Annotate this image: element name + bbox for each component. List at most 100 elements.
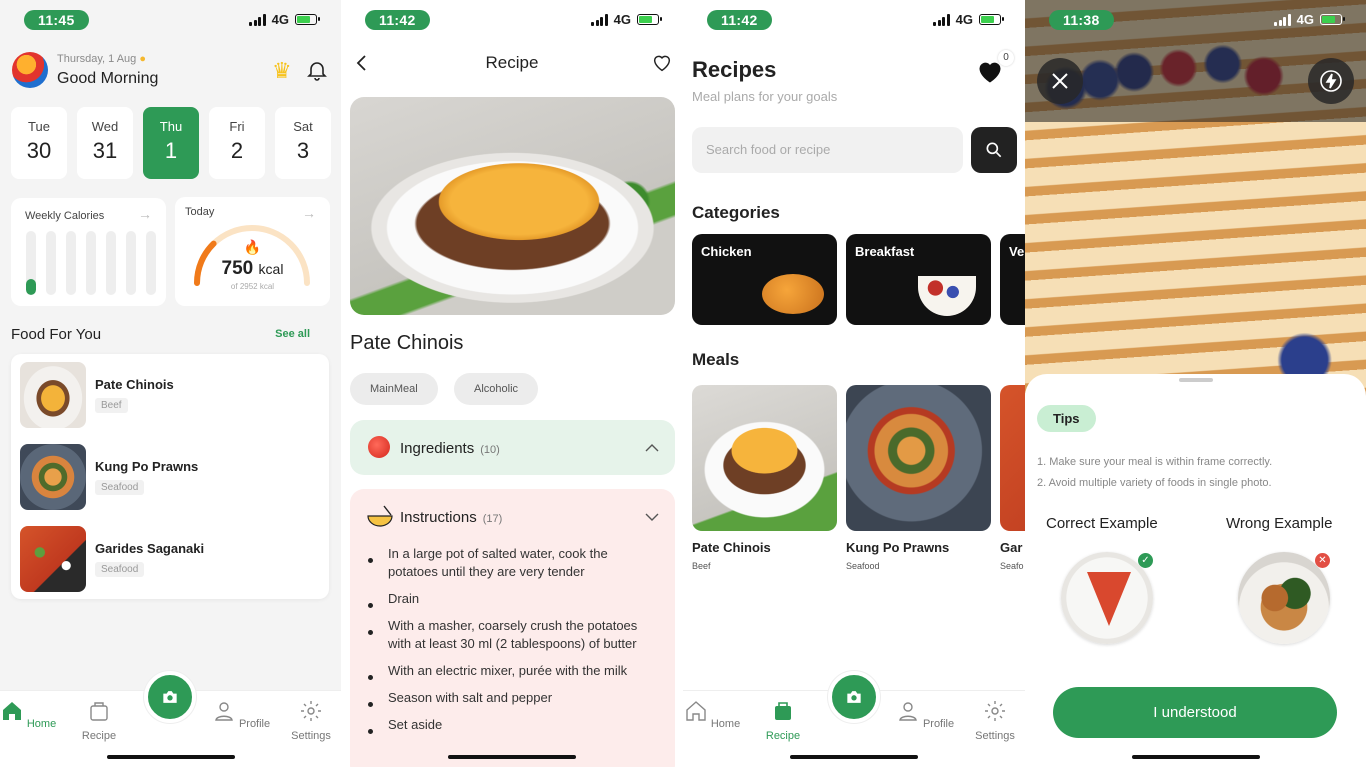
flash-button[interactable]: [1308, 58, 1354, 104]
home-screen: 11:45 4G Thursday, 1 Aug ● Good Morning …: [0, 0, 341, 767]
correct-example-title: Correct Example: [1046, 515, 1158, 532]
signal-icon: [933, 13, 950, 26]
home-indicator: [106, 755, 235, 759]
instruction-step: In a large pot of salted water, cook the…: [368, 545, 658, 581]
instruction-step: Drain: [368, 590, 658, 608]
see-all-link[interactable]: See all: [275, 328, 310, 340]
tag-chip[interactable]: MainMeal: [350, 373, 438, 405]
category-breakfast[interactable]: Breakfast: [846, 234, 991, 325]
greeting-title: Good Morning: [57, 70, 159, 87]
nav-profile[interactable]: Profile: [895, 699, 955, 730]
weekly-calories-card[interactable]: Weekly Calories →: [11, 198, 166, 306]
weekly-calories-title: Weekly Calories: [25, 210, 105, 222]
search-icon: [986, 142, 1002, 158]
day-sat[interactable]: Sat 3: [275, 107, 331, 179]
flash-icon: [1320, 70, 1342, 92]
weekly-calorie-bar: [46, 231, 56, 295]
weekly-calorie-bar: [86, 231, 96, 295]
day-fri[interactable]: Fri 2: [209, 107, 265, 179]
tip-item: 1. Make sure your meal is within frame c…: [1037, 456, 1273, 468]
home-icon: [2, 702, 21, 720]
camera-button[interactable]: [828, 671, 880, 723]
today-kcal: 750 kcal: [221, 258, 284, 279]
recipe-image: [350, 97, 675, 315]
instruction-step: Season with salt and pepper: [368, 689, 658, 707]
recipe-detail-screen: 11:42 4G Recipe Pate Chinois MainMeal Al…: [341, 0, 683, 767]
day-thu[interactable]: Thu 1: [143, 107, 199, 179]
category-chicken[interactable]: Chicken: [692, 234, 837, 325]
ingredients-accordion[interactable]: Ingredients (10): [350, 420, 675, 475]
today-calories-card[interactable]: Today → 🔥 750 kcal of 2952 kcal: [175, 197, 330, 306]
food-image: [20, 362, 86, 428]
nav-profile[interactable]: Profile: [211, 699, 271, 730]
weekly-bars: [26, 231, 156, 295]
recipe-icon: [775, 702, 791, 720]
close-button[interactable]: [1037, 58, 1083, 104]
instruction-steps: In a large pot of salted water, cook the…: [368, 545, 658, 743]
network-label: 4G: [271, 12, 289, 27]
instructions-accordion[interactable]: Instructions (17) In a large pot of salte…: [350, 489, 675, 767]
chicken-image: [762, 274, 824, 314]
recipes-screen: 11:42 4G Recipes Meal plans for your goa…: [683, 0, 1025, 767]
chevron-down-icon: [645, 513, 659, 521]
tag-chip[interactable]: Alcoholic: [454, 373, 539, 405]
nav-settings[interactable]: Settings: [281, 699, 341, 742]
understood-button[interactable]: I understood: [1053, 687, 1337, 738]
nav-recipe[interactable]: Recipe: [69, 699, 129, 742]
food-image: [20, 526, 86, 592]
meal-card[interactable]: Kung Po Prawns Seafood: [846, 385, 991, 571]
search-input[interactable]: Search food or recipe: [692, 127, 963, 173]
camera-button[interactable]: [144, 671, 196, 723]
correct-example-image: [1061, 552, 1153, 644]
arrow-right-icon: →: [302, 205, 316, 221]
battery-icon: [637, 14, 662, 25]
battery-icon: [295, 14, 320, 25]
instruction-step: With an electric mixer, purée with the m…: [368, 662, 658, 680]
tip-item: 2. Avoid multiple variety of foods in si…: [1037, 477, 1272, 489]
bell-icon[interactable]: [305, 58, 329, 82]
network-label: 4G: [955, 12, 973, 27]
status-bar: 11:45 4G: [0, 10, 341, 32]
page-title: Recipe: [485, 53, 539, 72]
page-title: Recipes: [692, 57, 777, 82]
nav-home[interactable]: Home: [683, 699, 742, 730]
home-indicator: [448, 755, 576, 759]
category-vegetarian[interactable]: Ve: [1000, 234, 1025, 325]
flame-icon: 🔥: [243, 239, 262, 255]
home-indicator: [1131, 755, 1260, 759]
meals-title: Meals: [692, 350, 740, 369]
sheet-handle[interactable]: [1179, 378, 1213, 382]
apple-icon: [368, 436, 390, 458]
check-icon: ✓: [1138, 553, 1153, 568]
camera-tips-screen: 11:38 4G Tips 1. Make sure your meal is …: [1025, 0, 1366, 767]
nav-settings[interactable]: Settings: [965, 699, 1025, 742]
status-bar: 11:38 4G: [1025, 10, 1366, 32]
wrong-example-image: [1238, 552, 1330, 644]
crown-icon[interactable]: ♛: [272, 58, 292, 84]
meal-card[interactable]: Gar Seafo: [1000, 385, 1025, 571]
battery-icon: [979, 14, 1004, 25]
nav-recipe[interactable]: Recipe: [753, 699, 813, 742]
bowl-icon: [367, 505, 393, 527]
status-bar: 11:42 4G: [341, 10, 683, 32]
search-button[interactable]: [971, 127, 1017, 173]
heart-icon[interactable]: [651, 52, 673, 74]
day-tue[interactable]: Tue 30: [11, 107, 67, 179]
categories-title: Categories: [692, 203, 780, 222]
weekly-calorie-bar: [66, 231, 76, 295]
meal-image: [692, 385, 837, 531]
home-indicator: [790, 755, 918, 759]
breakfast-image: [918, 276, 976, 316]
page-subtitle: Meal plans for your goals: [692, 89, 838, 104]
status-time: 11:42: [707, 10, 772, 30]
profile-icon: [215, 702, 233, 721]
signal-icon: [591, 13, 608, 26]
avatar[interactable]: [12, 52, 48, 88]
meal-card[interactable]: Pate Chinois Beef: [692, 385, 837, 571]
gear-icon: [301, 701, 321, 721]
day-wed[interactable]: Wed 31: [77, 107, 133, 179]
nav-home[interactable]: Home: [0, 699, 58, 730]
battery-icon: [1320, 14, 1345, 25]
greeting-date: Thursday, 1 Aug ●: [57, 53, 147, 65]
food-image: [20, 444, 86, 510]
